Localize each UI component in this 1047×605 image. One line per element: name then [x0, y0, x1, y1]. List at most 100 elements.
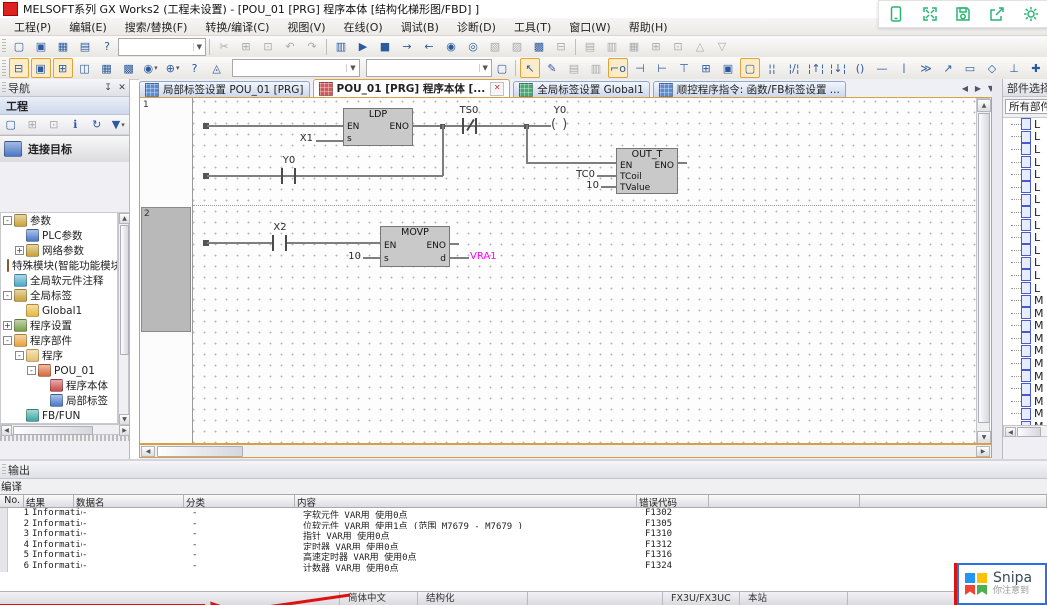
- page-setup-icon[interactable]: ▢: [493, 58, 511, 78]
- undo-icon[interactable]: ↶▾: [280, 37, 300, 57]
- tree-program-setting[interactable]: 程序设置: [1, 318, 117, 333]
- device-find-icon[interactable]: ◫▾: [75, 58, 95, 78]
- part-item[interactable]: L: [1003, 194, 1047, 207]
- paste-data-icon[interactable]: ⊡▾: [44, 115, 64, 135]
- settings-gear-icon[interactable]: [1020, 3, 1042, 25]
- check-program-icon[interactable]: △▾: [690, 37, 710, 57]
- menu-item[interactable]: 视图(V): [279, 18, 333, 36]
- expand-toggle-icon[interactable]: [3, 321, 12, 330]
- column-header[interactable]: No.: [0, 495, 24, 507]
- scroll-thumb[interactable]: [13, 426, 93, 435]
- open-contact-x2[interactable]: [272, 235, 287, 251]
- tree-local-label[interactable]: 局部标签: [1, 393, 117, 408]
- menu-item[interactable]: 工程(P): [6, 18, 59, 36]
- share-icon[interactable]: [986, 3, 1008, 25]
- result-row[interactable]: 5 Information - - 高速定时器 VAR用 使用0点 F1316: [0, 550, 1047, 561]
- toolbar-grip[interactable]: [2, 60, 6, 75]
- scroll-left-icon[interactable]: ◀: [141, 446, 155, 457]
- tree-plc-parameter[interactable]: PLC参数: [1, 228, 117, 243]
- select-mode-icon[interactable]: ↖▾: [520, 58, 540, 78]
- tree-program-parts[interactable]: 程序部件: [1, 333, 117, 348]
- fullscreen-icon[interactable]: [919, 3, 941, 25]
- column-header[interactable]: 数据名: [74, 495, 184, 507]
- tablet-icon[interactable]: [885, 3, 907, 25]
- check-parameter-icon[interactable]: ▽▾: [712, 37, 732, 57]
- rung2-selection-box[interactable]: [141, 207, 191, 332]
- help-circle-icon[interactable]: ?▾: [185, 58, 205, 78]
- toolbar-grip[interactable]: [2, 39, 6, 54]
- tree-horizontal-scrollbar[interactable]: ◀ ▶: [0, 424, 129, 435]
- part-item[interactable]: L: [1003, 181, 1047, 194]
- menu-item[interactable]: 转换/编译(C): [197, 18, 277, 36]
- tab-program-body[interactable]: POU_01 [PRG] 程序本体 [... ✕: [313, 79, 511, 97]
- scroll-up-icon[interactable]: ▲: [977, 99, 991, 112]
- combo-arrow[interactable]: ▼: [193, 43, 205, 51]
- part-item[interactable]: L: [1003, 282, 1047, 295]
- tab-scroll-right-icon[interactable]: ▶: [972, 82, 984, 94]
- part-item[interactable]: L: [1003, 244, 1047, 257]
- function-block-icon[interactable]: ⊞▾: [696, 58, 716, 78]
- plc-read-icon[interactable]: ←▾: [419, 37, 439, 57]
- interconnect-mode-icon[interactable]: ⌐o▾: [608, 58, 628, 78]
- nav-button-connection[interactable]: 连接目标: [0, 135, 129, 162]
- part-item[interactable]: L: [1003, 257, 1047, 270]
- tab-local-label[interactable]: 局部标签设置 POU_01 [PRG] ✕: [139, 81, 310, 97]
- falling-contact-icon[interactable]: ¦↓¦▾: [828, 58, 848, 78]
- filter-icon[interactable]: ▼▾: [109, 115, 129, 135]
- watch-start-icon[interactable]: ▧▾: [485, 37, 505, 57]
- scroll-right-icon[interactable]: ▶: [976, 446, 990, 457]
- menu-item[interactable]: 编辑(E): [61, 18, 115, 36]
- expand-toggle-icon[interactable]: [3, 216, 12, 225]
- part-item[interactable]: M: [1003, 332, 1047, 345]
- operand-y0-contact[interactable]: Y0: [266, 155, 312, 166]
- column-header[interactable]: 结果: [24, 495, 74, 507]
- new-project-icon[interactable]: ▢▾: [9, 37, 29, 57]
- device-display-icon[interactable]: ▦▾: [97, 58, 117, 78]
- part-item[interactable]: M: [1003, 395, 1047, 408]
- menu-item[interactable]: 搜索/替换(F): [117, 18, 196, 36]
- column-header[interactable]: 分类: [184, 495, 295, 507]
- panel-grip[interactable]: [2, 464, 6, 476]
- tree-fb-fun[interactable]: FB/FUN: [1, 408, 117, 423]
- device-combo-1[interactable]: ▼: [232, 59, 360, 77]
- statement-icon[interactable]: ▤▾: [580, 37, 600, 57]
- tree-program-folder[interactable]: 程序: [1, 348, 117, 363]
- menu-item[interactable]: 工具(T): [506, 18, 559, 36]
- operand-x2[interactable]: X2: [257, 222, 303, 233]
- monitor-mode-icon[interactable]: ◉▾: [441, 37, 461, 57]
- redo-icon[interactable]: ↷▾: [302, 37, 322, 57]
- part-item[interactable]: M: [1003, 408, 1047, 421]
- help-icon[interactable]: ?▾: [97, 37, 117, 57]
- part-item[interactable]: L: [1003, 156, 1047, 169]
- part-item[interactable]: M: [1003, 320, 1047, 333]
- expand-toggle-icon[interactable]: [15, 351, 24, 360]
- tree-network-parameter[interactable]: 网络参数: [1, 243, 117, 258]
- open-contact-y0[interactable]: [281, 168, 296, 184]
- tree-vertical-scrollbar[interactable]: ▲ ▼: [118, 212, 129, 424]
- ladder-block-icon[interactable]: ▤▾: [564, 58, 584, 78]
- tab-global-label[interactable]: 全局标签设置 Global1 ✕: [513, 81, 650, 97]
- snipaste-popup[interactable]: Snipa 你注意到: [957, 563, 1047, 605]
- output-window-icon[interactable]: ⊞▾: [53, 58, 73, 78]
- watch-stop-icon[interactable]: ▨▾: [507, 37, 527, 57]
- operand-tc0[interactable]: TC0: [555, 169, 595, 180]
- horizontal-line-icon[interactable]: —▾: [872, 58, 892, 78]
- convert-icon[interactable]: ◇▾: [982, 58, 1002, 78]
- operand-y0-coil[interactable]: Y0: [540, 105, 580, 116]
- return-icon[interactable]: ↗▾: [938, 58, 958, 78]
- device-batch-icon[interactable]: ▩▾: [529, 37, 549, 57]
- scroll-down-icon[interactable]: ▼: [977, 431, 991, 444]
- tree-global-label[interactable]: 全局标签: [1, 288, 117, 303]
- expand-toggle-icon[interactable]: [27, 366, 36, 375]
- note-icon[interactable]: ▥▾: [602, 37, 622, 57]
- branch-icon[interactable]: ⊤▾: [674, 58, 694, 78]
- jump-icon[interactable]: ≫▾: [916, 58, 936, 78]
- rising-contact-icon[interactable]: ¦↑¦▾: [806, 58, 826, 78]
- all-compile-icon[interactable]: ✚▾: [1026, 58, 1046, 78]
- fb-select-icon[interactable]: ▢▾: [740, 58, 760, 78]
- part-item[interactable]: L: [1003, 168, 1047, 181]
- part-item[interactable]: M: [1003, 382, 1047, 395]
- scroll-thumb[interactable]: [120, 225, 129, 355]
- find-binoculars-icon[interactable]: ◬▾: [207, 58, 227, 78]
- open-contact-icon[interactable]: ¦¦▾: [762, 58, 782, 78]
